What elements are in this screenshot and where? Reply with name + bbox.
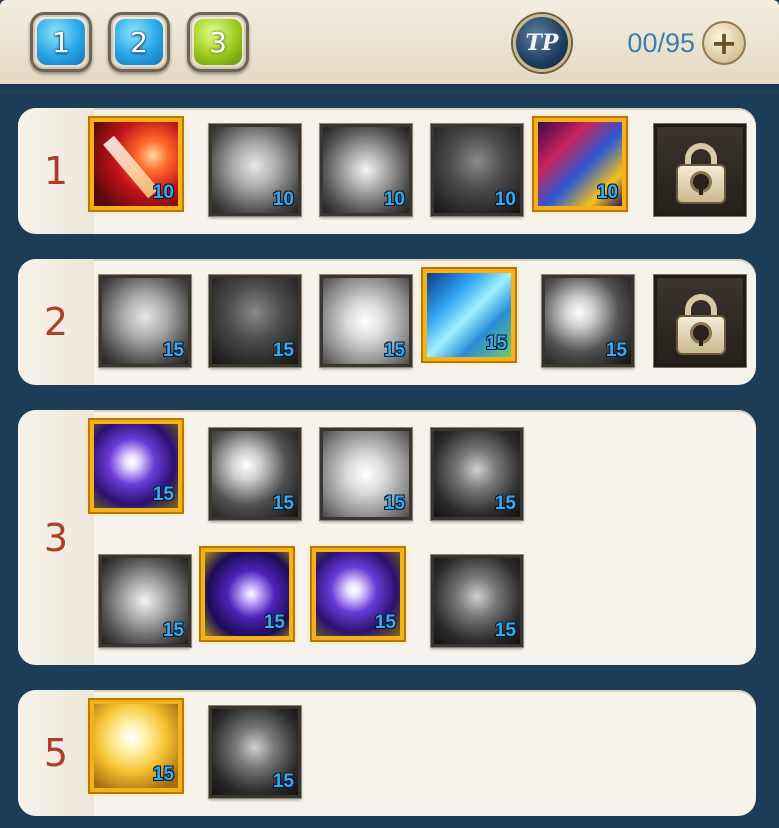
wing-slash-skill-icon[interactable]: 15 xyxy=(320,428,412,520)
skill-level: 15 xyxy=(383,340,405,361)
crystal-shield-skill-icon[interactable]: 15 xyxy=(320,275,412,367)
shadow-strike-skill-icon[interactable]: 15 xyxy=(431,555,523,647)
tp-badge-icon: TP xyxy=(513,14,571,72)
crowd-skill-icon[interactable]: 15 xyxy=(99,555,191,647)
skill-level: 15 xyxy=(494,493,516,514)
tier-label: 1 xyxy=(18,108,94,234)
tier-label: 5 xyxy=(18,690,94,816)
skill-level: 15 xyxy=(272,771,294,792)
light-pillar-skill-icon[interactable]: 15 xyxy=(542,275,634,367)
dark-wing-skill-icon[interactable]: 15 xyxy=(431,428,523,520)
shadow-cloak-skill-icon[interactable]: 15 xyxy=(209,275,301,367)
tab-skill-set-2[interactable]: 2 xyxy=(108,12,170,72)
skill-level: 15 xyxy=(485,333,507,354)
ice-crystal-skill-icon[interactable]: 15 xyxy=(423,269,515,361)
tp-label: TP xyxy=(525,30,559,56)
skill-header-bar: 1 2 3 TP 00/95 + xyxy=(0,0,779,94)
red-slash-skill-icon[interactable]: 10 xyxy=(90,118,182,210)
tab-skill-set-3[interactable]: 3 xyxy=(187,12,249,72)
tab-label: 3 xyxy=(209,25,227,59)
skill-tier-1: 1 10 10 10 10 10 xyxy=(18,108,756,234)
skill-level: 15 xyxy=(374,612,396,633)
skill-level: 15 xyxy=(494,620,516,641)
tab-gem: 1 xyxy=(37,19,85,65)
skill-level: 15 xyxy=(152,484,174,505)
shield-strike-skill-icon[interactable]: 10 xyxy=(534,118,626,210)
skill-level: 15 xyxy=(272,340,294,361)
summoner-skill-icon[interactable]: 15 xyxy=(201,548,293,640)
locked-skill-slot[interactable] xyxy=(654,275,746,367)
violet-burst-skill-icon[interactable]: 15 xyxy=(90,420,182,512)
glowing-eyes-skill-icon[interactable]: 15 xyxy=(209,706,301,798)
tab-gem: 2 xyxy=(115,19,163,65)
tier-label: 3 xyxy=(18,410,94,665)
locked-skill-slot[interactable] xyxy=(654,124,746,216)
dark-burst-skill-icon[interactable]: 15 xyxy=(209,428,301,520)
plus-icon: + xyxy=(710,24,738,62)
skill-level: 10 xyxy=(272,189,294,210)
skill-level: 15 xyxy=(263,612,285,633)
tab-gem: 3 xyxy=(194,19,242,65)
skill-level: 15 xyxy=(152,764,174,785)
tp-count: 00/95 xyxy=(627,28,695,58)
armored-torso-skill-icon[interactable]: 10 xyxy=(209,124,301,216)
skill-tier-3: 3 15 15 15 15 15 15 15 15 xyxy=(18,410,756,665)
skill-tier-5: 5 15 15 xyxy=(18,690,756,816)
golden-light-skill-icon[interactable]: 15 xyxy=(90,700,182,792)
skill-level: 15 xyxy=(162,620,184,641)
afterimage-skill-icon[interactable]: 15 xyxy=(99,275,191,367)
tier-label: 2 xyxy=(18,259,94,385)
star-burst-skill-icon[interactable]: 15 xyxy=(312,548,404,640)
skill-level: 10 xyxy=(383,189,405,210)
tab-skill-set-1[interactable]: 1 xyxy=(30,12,92,72)
tab-label: 1 xyxy=(52,25,70,59)
skill-level: 15 xyxy=(162,340,184,361)
aura-body-skill-icon[interactable]: 10 xyxy=(431,124,523,216)
skill-level: 10 xyxy=(596,182,618,203)
skill-level: 15 xyxy=(605,340,627,361)
skill-level: 10 xyxy=(152,182,174,203)
skill-level: 10 xyxy=(494,189,516,210)
skill-tier-2: 2 15 15 15 15 15 xyxy=(18,259,756,385)
skill-level: 15 xyxy=(383,493,405,514)
add-tp-button[interactable]: + xyxy=(702,21,746,65)
skill-level: 15 xyxy=(272,493,294,514)
tab-label: 2 xyxy=(130,25,148,59)
armor-burst-skill-icon[interactable]: 10 xyxy=(320,124,412,216)
